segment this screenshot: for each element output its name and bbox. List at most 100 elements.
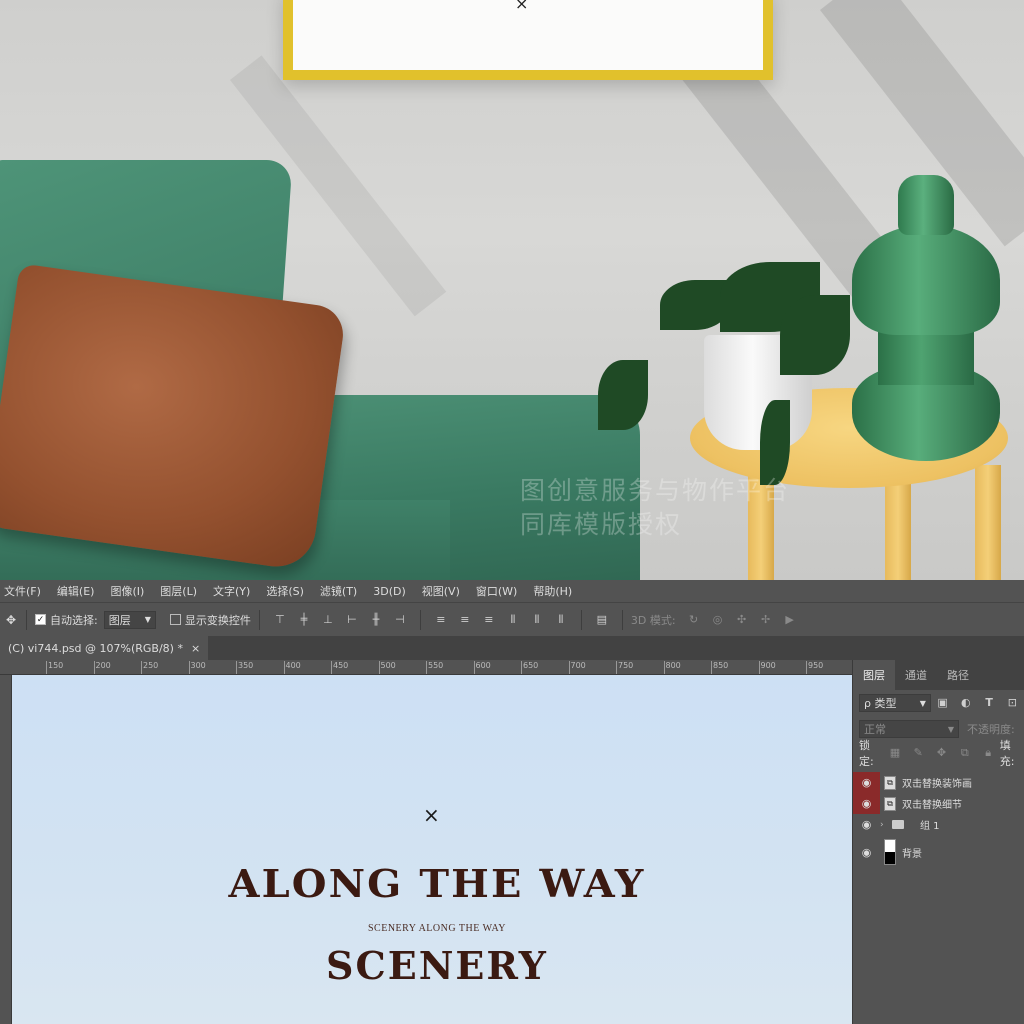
ruler-tick: 650 xyxy=(520,661,539,674)
layer-name: 背景 xyxy=(902,848,922,860)
align-top-icon[interactable]: ⊤ xyxy=(274,613,286,626)
move-tool-icon[interactable]: ✥ xyxy=(4,613,18,627)
layer-filter-label: ρ 类型 xyxy=(864,697,897,710)
ruler-tick: 250 xyxy=(140,661,159,674)
layer-row[interactable]: ◉ ⧉ 双击替换装饰画 xyxy=(853,772,1024,793)
layer-name: 双击替换装饰画 xyxy=(902,779,972,790)
lock-all-icon[interactable]: 🔒︎ xyxy=(982,747,993,759)
blend-mode-value: 正常 xyxy=(864,723,886,736)
filter-adjust-icon[interactable]: ◐ xyxy=(960,697,971,709)
canvas-title-line1: ALONG THE WAY xyxy=(228,861,646,906)
smart-object-icon: ⧉ xyxy=(884,796,896,811)
3d-slide-icon[interactable]: ✢ xyxy=(760,613,772,626)
visibility-eye-icon[interactable]: ◉ xyxy=(853,814,880,835)
auto-select-dropdown[interactable]: 图层 ▼ xyxy=(103,610,156,629)
menu-select[interactable]: 选择(S) xyxy=(266,583,304,599)
visibility-eye-icon[interactable]: ◉ xyxy=(853,793,880,814)
menu-window[interactable]: 窗口(W) xyxy=(476,583,517,599)
plant-leaves xyxy=(780,295,850,375)
fill-label: 填充: xyxy=(999,739,1015,768)
distribute-bottom-icon[interactable]: ≡ xyxy=(483,613,495,626)
tab-paths[interactable]: 路径 xyxy=(937,660,979,690)
menu-bar: 文件(F) 编辑(E) 图像(I) 图层(L) 文字(Y) 选择(S) 滤镜(T… xyxy=(0,580,1024,602)
filter-image-icon[interactable]: ▣ xyxy=(937,697,948,709)
canvas-title-line2: SCENERY xyxy=(326,943,548,988)
lock-paint-icon[interactable]: ✎ xyxy=(913,747,924,759)
auto-align-icon[interactable]: ▤ xyxy=(596,613,608,626)
ruler-tick: 400 xyxy=(283,661,301,674)
layer-thumbnail xyxy=(884,839,896,865)
divider xyxy=(258,609,260,630)
auto-select-checkbox[interactable]: ✓ xyxy=(35,614,46,625)
layer-filter-row: ρ 类型 ▼ ▣ ◐ T ⊡ xyxy=(853,690,1024,716)
distribute-hcenter-icon[interactable]: ⦀ xyxy=(531,613,543,626)
ruler-vertical xyxy=(0,675,12,1024)
distribute-left-icon[interactable]: ⦀ xyxy=(507,613,519,626)
table-leg xyxy=(975,465,1001,580)
3d-scale-icon[interactable]: ▶ xyxy=(784,613,796,626)
smart-object-icon: ⧉ xyxy=(884,775,896,790)
distribute-vcenter-icon[interactable]: ≡ xyxy=(459,613,471,626)
menu-file[interactable]: 文件(F) xyxy=(4,583,41,599)
frame-close-mark: × xyxy=(515,0,529,13)
document-tab[interactable]: (C) vi744.psd @ 107%(RGB/8) * × xyxy=(0,636,209,660)
show-transform-checkbox[interactable] xyxy=(169,614,181,625)
align-right-icon[interactable]: ⊣ xyxy=(394,613,406,626)
ruler-tick: 600 xyxy=(473,661,491,674)
plant-leaves xyxy=(598,360,648,430)
menu-layer[interactable]: 图层(L) xyxy=(160,583,197,599)
align-hcenter-icon[interactable]: ╫ xyxy=(370,613,382,626)
chevron-down-icon: ▼ xyxy=(919,698,926,708)
chevron-down-icon: ▼ xyxy=(947,724,954,734)
canvas-x-mark: × xyxy=(423,803,440,827)
chevron-down-icon: ▼ xyxy=(144,615,151,624)
close-icon[interactable]: × xyxy=(191,642,200,655)
menu-type[interactable]: 文字(Y) xyxy=(213,583,250,599)
lock-position-icon[interactable]: ✥ xyxy=(936,747,947,759)
ruler-tick: 200 xyxy=(93,661,111,674)
folder-icon xyxy=(892,820,904,829)
opacity-label: 不透明度: xyxy=(967,723,1015,736)
document-tab-bar: (C) vi744.psd @ 107%(RGB/8) * × xyxy=(0,636,1024,660)
align-vcenter-icon[interactable]: ╪ xyxy=(298,613,310,626)
ruler-tick: 150 xyxy=(45,661,64,674)
menu-help[interactable]: 帮助(H) xyxy=(533,583,572,599)
plant-leaves xyxy=(760,400,790,485)
tab-channels[interactable]: 通道 xyxy=(895,660,937,690)
lock-pixels-icon[interactable]: ▦ xyxy=(889,747,900,759)
layer-row[interactable]: ◉ ⧉ 双击替换细节 xyxy=(853,793,1024,814)
menu-filter[interactable]: 滤镜(T) xyxy=(320,583,357,599)
align-bottom-icon[interactable]: ⊥ xyxy=(322,613,334,626)
blend-mode-dropdown[interactable]: 正常 ▼ xyxy=(859,720,959,738)
ruler-tick: 950 xyxy=(805,661,824,674)
align-left-icon[interactable]: ⊢ xyxy=(346,613,358,626)
visibility-eye-icon[interactable]: ◉ xyxy=(853,842,880,863)
ruler-tick: 850 xyxy=(710,661,729,674)
divider xyxy=(26,609,27,630)
filter-text-icon[interactable]: T xyxy=(983,697,994,709)
tab-layers[interactable]: 图层 xyxy=(853,660,895,690)
ruler-tick: 700 xyxy=(568,661,586,674)
chevron-right-icon[interactable]: › xyxy=(880,820,890,830)
document-canvas[interactable]: × ALONG THE WAY SCENERY ALONG THE WAY SC… xyxy=(12,675,852,1024)
divider xyxy=(419,609,421,630)
ruler-tick: 500 xyxy=(378,661,396,674)
menu-3d[interactable]: 3D(D) xyxy=(373,585,406,598)
layer-filter-dropdown[interactable]: ρ 类型 ▼ xyxy=(859,694,931,712)
distribute-right-icon[interactable]: ⦀ xyxy=(555,613,567,626)
lock-artboard-icon[interactable]: ⧉ xyxy=(959,747,970,759)
ruler-tick: 350 xyxy=(235,661,254,674)
3d-roll-icon[interactable]: ◎ xyxy=(712,613,724,626)
filter-shape-icon[interactable]: ⊡ xyxy=(1007,697,1018,709)
layers-panel: 图层 通道 路径 ρ 类型 ▼ ▣ ◐ T ⊡ 正常 ▼ 不透明度: 锁定: ▦… xyxy=(852,660,1024,1024)
3d-orbit-icon[interactable]: ↻ xyxy=(688,613,700,626)
distribute-top-icon[interactable]: ≡ xyxy=(435,613,447,626)
visibility-eye-icon[interactable]: ◉ xyxy=(853,772,880,793)
layer-row[interactable]: ◉ 背景 xyxy=(853,835,1024,869)
layer-row[interactable]: ◉ › 组 1 xyxy=(853,814,1024,835)
3d-pan-icon[interactable]: ✣ xyxy=(736,613,748,626)
menu-image[interactable]: 图像(I) xyxy=(110,583,144,599)
lock-row: 锁定: ▦ ✎ ✥ ⧉ 🔒︎ 填充: xyxy=(853,739,1024,768)
menu-edit[interactable]: 编辑(E) xyxy=(57,583,95,599)
menu-view[interactable]: 视图(V) xyxy=(422,583,460,599)
